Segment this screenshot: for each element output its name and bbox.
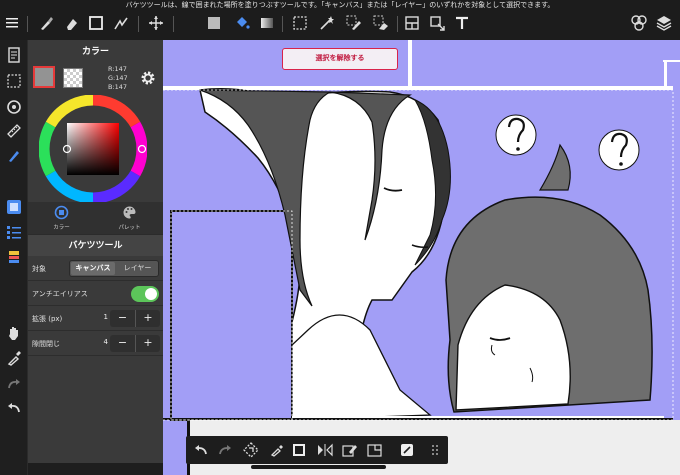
select-pen-icon[interactable] [345, 14, 363, 32]
app-root: バケツツールは、線で囲まれた場所を塗りつぶすツールです。「キャンバス」または「レ… [0, 0, 680, 475]
canvas[interactable]: 選択を解除する [163, 40, 680, 475]
toolbar-divider [27, 16, 28, 32]
background-color-swatch[interactable] [63, 68, 83, 88]
quick-action-bar [186, 436, 448, 464]
gap-plus-button[interactable]: + [135, 335, 160, 352]
undo-icon[interactable] [192, 441, 210, 459]
canvas-fit-icon[interactable] [366, 441, 384, 459]
target-segmented-control: キャンバス レイヤー [69, 260, 159, 277]
toolbar-divider [173, 16, 174, 32]
stroke-square-icon[interactable] [290, 441, 308, 459]
home-indicator[interactable] [251, 465, 386, 469]
manga-artwork [163, 40, 680, 475]
transform-icon[interactable] [428, 14, 446, 32]
fill-color-icon[interactable] [205, 14, 223, 32]
expand-row: 拡張 (px) 1 − + [28, 307, 163, 331]
blur-icon[interactable] [112, 14, 130, 32]
clear-icon[interactable] [341, 441, 359, 459]
blue-value: B:147 [108, 83, 128, 91]
eyedropper-icon[interactable] [268, 441, 286, 459]
pen-icon[interactable] [4, 146, 24, 164]
brush-list-icon[interactable] [4, 223, 24, 241]
gap-close-label: 隙間閉じ [32, 340, 60, 348]
move-icon[interactable] [147, 14, 165, 32]
left-sidebar [0, 40, 28, 475]
material-icon[interactable] [630, 14, 648, 32]
bucket-icon[interactable] [233, 14, 251, 32]
color-panel-icon[interactable] [4, 198, 24, 216]
color-panel-title: カラー [81, 47, 109, 57]
expand-stepper: 1 − + [104, 310, 160, 327]
brush-icon[interactable] [37, 14, 55, 32]
menu-icon[interactable] [3, 14, 21, 32]
select-eraser-icon[interactable] [372, 14, 390, 32]
antialias-toggle[interactable] [131, 286, 159, 302]
layers-icon[interactable] [655, 14, 673, 32]
toggle-knob [145, 288, 157, 300]
redo-icon[interactable] [216, 441, 234, 459]
page-icon[interactable] [4, 46, 24, 64]
transform-select-icon[interactable] [242, 441, 260, 459]
selection-icon[interactable] [4, 72, 24, 90]
deselect-button[interactable]: 選択を解除する [282, 48, 398, 70]
antialias-label: アンチエイリアス [32, 290, 88, 298]
color-tab-bar: カラー パレット [28, 202, 163, 234]
tab-color[interactable]: カラー [28, 202, 95, 234]
palette-icon [122, 205, 137, 220]
color-panel: カラー R:147 G:147 B:147 カラー パレット バケツツール 対象… [28, 40, 163, 463]
antialias-row: アンチエイリアス [28, 282, 163, 306]
color-circle-icon [54, 205, 69, 220]
gap-close-row: 隙間閉じ 4 − + [28, 332, 163, 356]
expand-minus-button[interactable]: − [110, 310, 135, 327]
bucket-tool-title: バケツツール [28, 234, 163, 256]
target-canvas-option[interactable]: キャンバス [71, 262, 115, 275]
toolbar-divider [397, 16, 398, 32]
gap-close-value: 4 [103, 338, 108, 346]
flip-icon[interactable] [316, 441, 334, 459]
toolbar-divider [282, 16, 283, 32]
frame-icon[interactable] [403, 14, 421, 32]
top-toolbar: バケツツールは、線で囲まれた場所を塗りつぶすツールです。「キャンバス」または「レ… [0, 0, 680, 40]
gap-minus-button[interactable]: − [110, 335, 135, 352]
color-wheel[interactable] [38, 94, 148, 204]
select-wand-icon[interactable] [318, 14, 336, 32]
hand-icon[interactable] [4, 324, 24, 342]
fill-layer-icon[interactable] [398, 441, 416, 459]
gradient-icon[interactable] [258, 14, 276, 32]
eyedropper-icon[interactable] [4, 349, 24, 367]
toolbar-divider [138, 16, 139, 32]
select-rect-icon[interactable] [291, 14, 309, 32]
target-row: 対象 キャンバス レイヤー [28, 257, 163, 281]
redo-icon[interactable] [4, 375, 24, 393]
material-list-icon[interactable] [4, 248, 24, 266]
expand-label: 拡張 (px) [32, 315, 63, 323]
text-icon[interactable] [453, 14, 471, 32]
tab-palette[interactable]: パレット [96, 202, 163, 234]
green-value: G:147 [108, 74, 128, 82]
more-icon[interactable] [426, 441, 444, 459]
gear-icon[interactable] [140, 70, 156, 86]
expand-plus-button[interactable]: + [135, 310, 160, 327]
tab-color-label: カラー [53, 225, 70, 231]
tab-palette-label: パレット [118, 225, 141, 231]
target-label: 対象 [32, 265, 46, 273]
undo-icon[interactable] [4, 399, 24, 417]
red-value: R:147 [108, 65, 127, 73]
gap-close-stepper: 4 − + [104, 335, 160, 352]
ruler-icon[interactable] [4, 122, 24, 140]
tool-hint-text: バケツツールは、線で囲まれた場所を塗りつぶすツールです。「キャンバス」または「レ… [125, 1, 555, 9]
eraser-icon[interactable] [62, 14, 80, 32]
square-icon[interactable] [87, 14, 105, 32]
rotate-icon[interactable] [4, 98, 24, 116]
target-layer-option[interactable]: レイヤー [116, 262, 159, 275]
foreground-color-swatch[interactable] [33, 66, 55, 88]
expand-value: 1 [103, 313, 108, 321]
